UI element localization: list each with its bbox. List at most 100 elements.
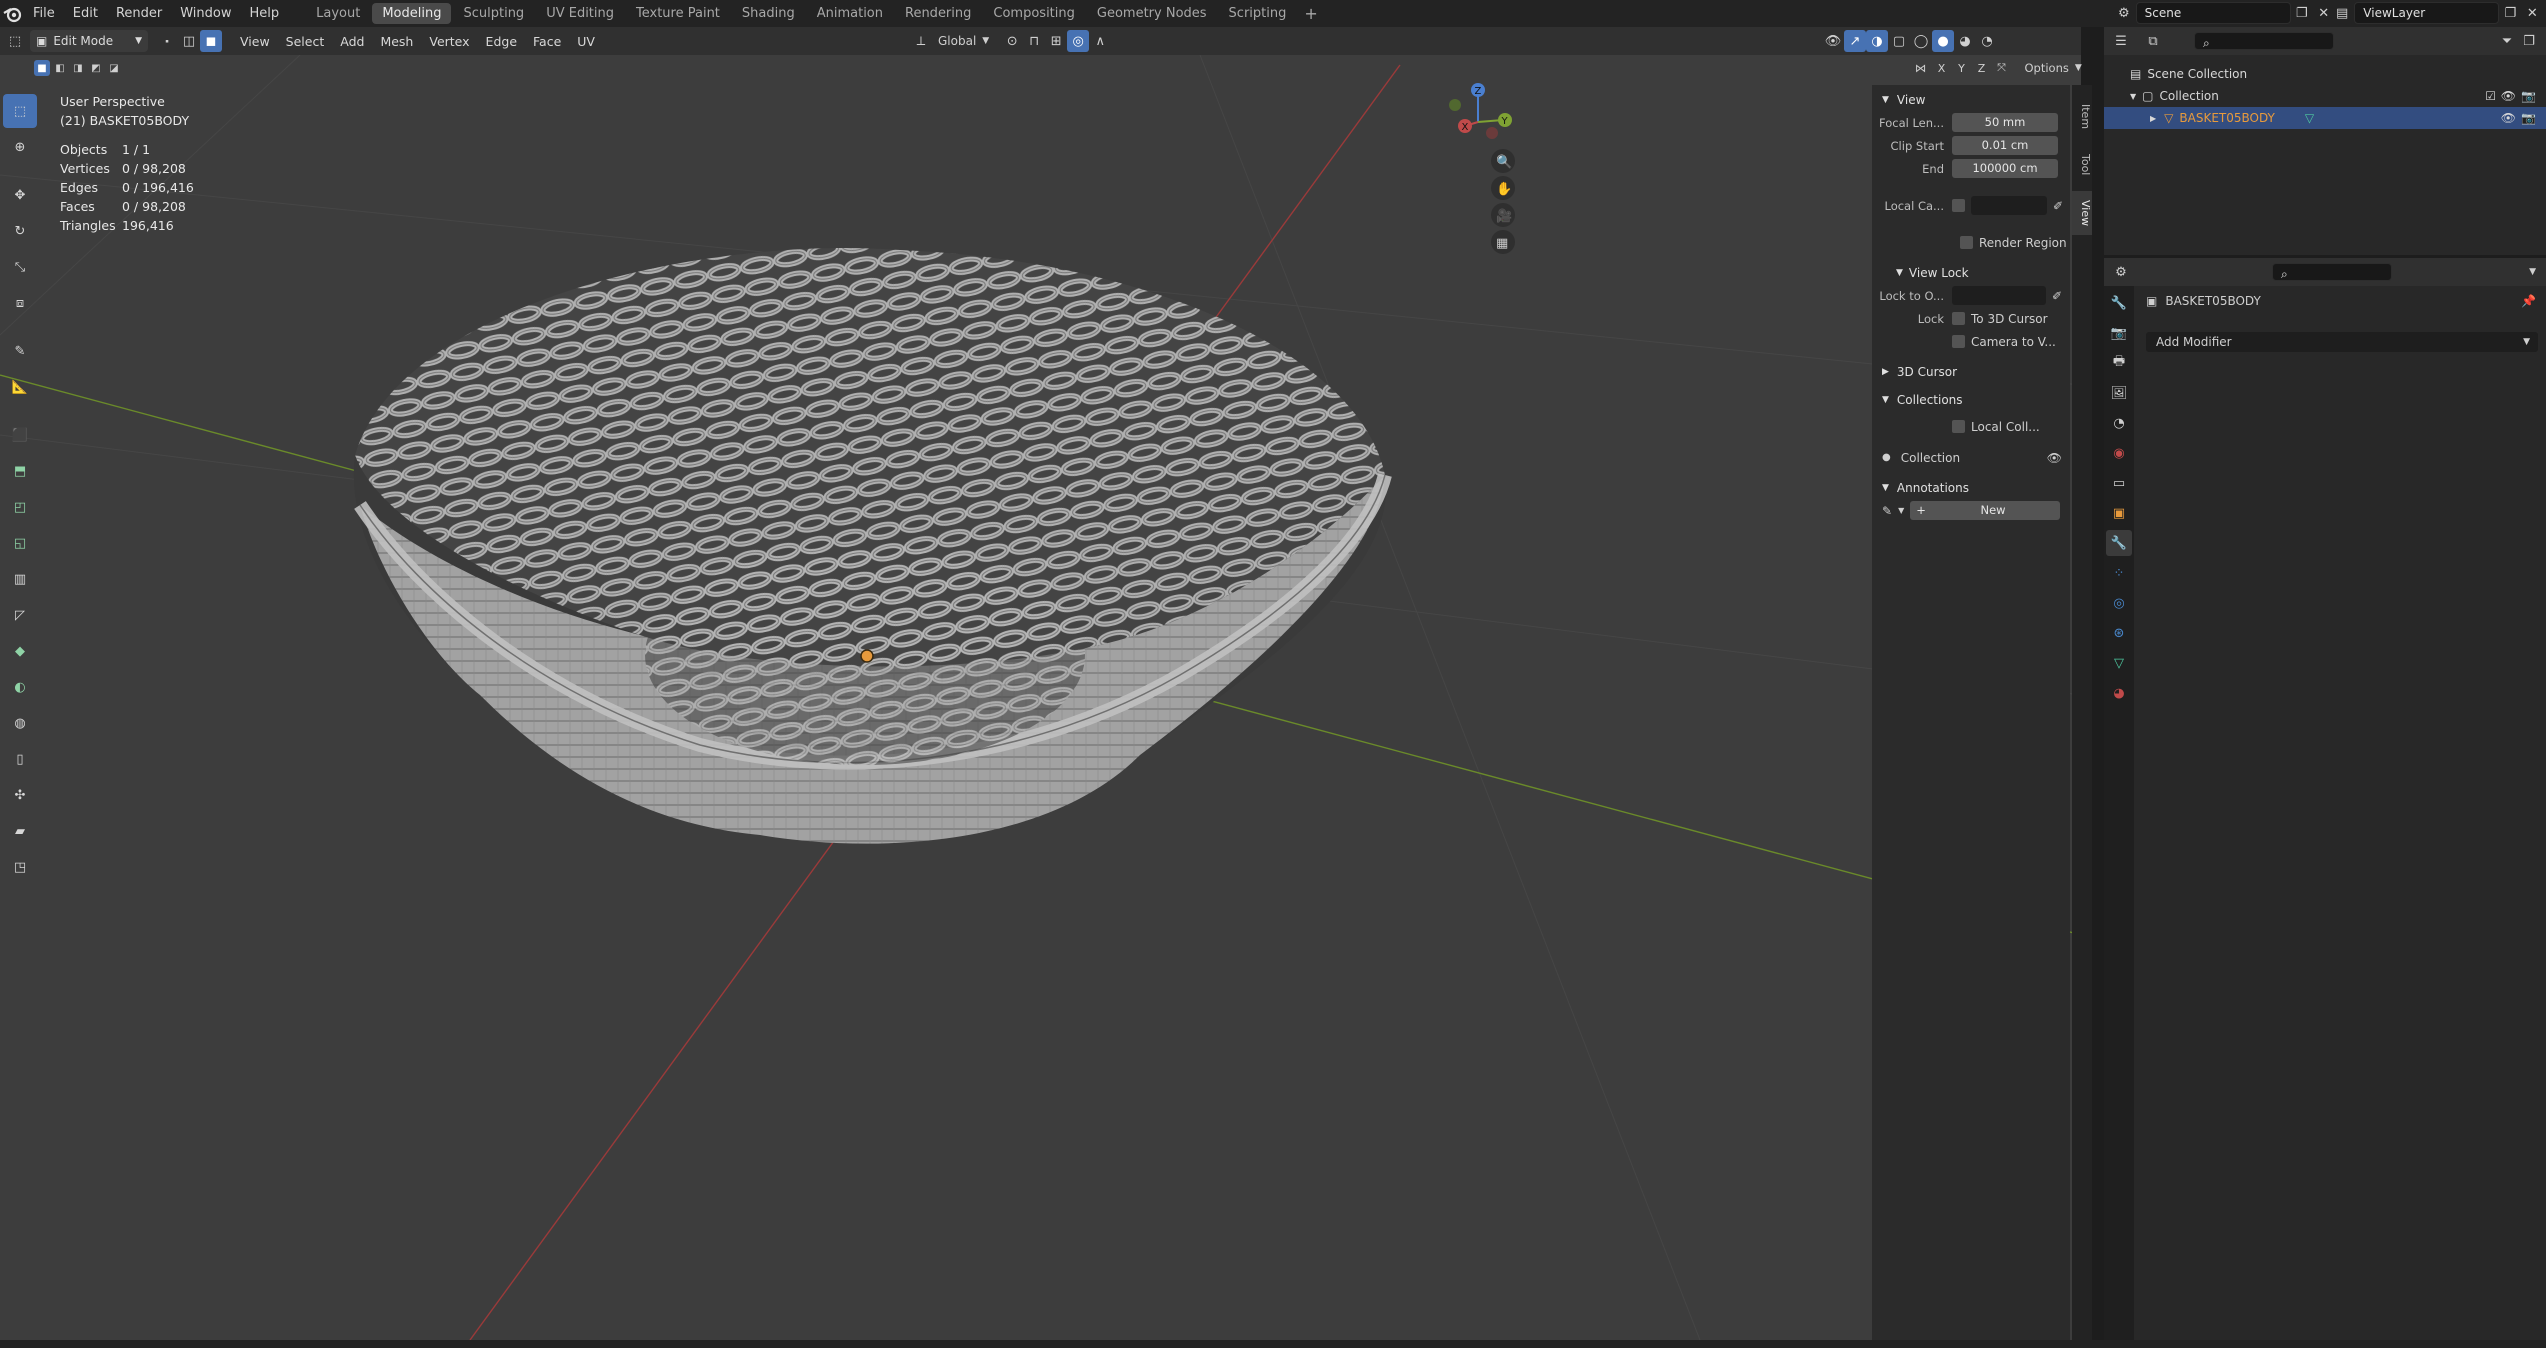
menu-edge[interactable]: Edge xyxy=(478,34,525,49)
menu-vertex[interactable]: Vertex xyxy=(421,34,477,49)
mode-dropdown[interactable]: ▣ Edit Mode ▼ xyxy=(30,30,148,52)
poly-build-tool-icon[interactable]: ◆ xyxy=(3,634,37,668)
menu-file[interactable]: File xyxy=(24,0,64,27)
tab-shading[interactable]: Shading xyxy=(732,3,805,24)
menu-mesh[interactable]: Mesh xyxy=(372,34,421,49)
camera-icon[interactable]: 📷 xyxy=(2521,111,2536,125)
lock-to-object-field[interactable] xyxy=(1952,286,2046,305)
delete-view-layer-icon[interactable]: ✕ xyxy=(2521,2,2543,24)
blender-logo-icon[interactable] xyxy=(2,3,24,25)
menu-view[interactable]: View xyxy=(232,34,278,49)
new-annotation-button[interactable]: + New xyxy=(1910,501,2061,520)
menu-render[interactable]: Render xyxy=(107,0,171,27)
tab-sculpting[interactable]: Sculpting xyxy=(453,3,534,24)
world-tab-icon[interactable]: ◉ xyxy=(2106,440,2132,466)
axis-z-toggle[interactable]: Z xyxy=(1973,59,1991,77)
proportional-editing-icon[interactable]: ◎ xyxy=(1067,30,1090,52)
rip-tool-icon[interactable]: ◳ xyxy=(3,850,37,884)
panel-annotations-header[interactable]: ▼ Annotations xyxy=(1872,477,2070,499)
outliner-collection[interactable]: ▼ ▢ Collection ☑ 👁 📷 xyxy=(2104,85,2546,107)
options-dropdown[interactable]: Options xyxy=(2025,61,2069,75)
local-camera-field[interactable] xyxy=(1971,196,2047,215)
tab-animation[interactable]: Animation xyxy=(807,3,893,24)
rotate-tool-icon[interactable]: ↻ xyxy=(3,214,37,248)
axis-x-toggle[interactable]: X xyxy=(1933,59,1951,77)
bevel-tool-icon[interactable]: ◱ xyxy=(3,526,37,560)
add-workspace-button[interactable]: + xyxy=(1298,4,1323,23)
tab-scripting[interactable]: Scripting xyxy=(1219,3,1297,24)
eye-icon[interactable]: 👁 xyxy=(2501,111,2516,125)
menu-add[interactable]: Add xyxy=(332,34,372,49)
pivot-point-icon[interactable]: ⊙ xyxy=(1001,30,1023,52)
shrink-fatten-tool-icon[interactable]: ✣ xyxy=(3,778,37,812)
outliner-object[interactable]: ▶ ▽ BASKET05BODY ▽ 👁 📷 xyxy=(2104,107,2546,129)
wireframe-shading-icon[interactable]: ◯ xyxy=(1910,30,1932,52)
menu-uv[interactable]: UV xyxy=(569,34,603,49)
eyedropper-icon[interactable]: ✐ xyxy=(2053,199,2063,213)
checkbox-icon[interactable]: ☑ xyxy=(2485,89,2496,103)
orientation-dropdown[interactable]: Global xyxy=(938,34,976,48)
move-tool-icon[interactable]: ✥ xyxy=(3,178,37,212)
tab-rendering[interactable]: Rendering xyxy=(895,3,981,24)
scene-tab-icon[interactable]: ◔ xyxy=(2106,410,2132,436)
eyedropper-icon[interactable]: ✐ xyxy=(2052,289,2062,303)
menu-help[interactable]: Help xyxy=(241,0,289,27)
pan-hand-icon[interactable]: ✋ xyxy=(1496,181,1512,197)
clip-end-field[interactable]: 100000 cm xyxy=(1952,159,2058,178)
select-subtract-icon[interactable]: ◨ xyxy=(70,60,86,76)
display-mode-icon[interactable]: ⧉ xyxy=(2142,30,2164,52)
smooth-tool-icon[interactable]: ◍ xyxy=(3,706,37,740)
material-shading-icon[interactable]: ◕ xyxy=(1954,30,1976,52)
vertex-select-icon[interactable]: ⬝ xyxy=(156,30,178,52)
shear-tool-icon[interactable]: ▰ xyxy=(3,814,37,848)
data-tab-icon[interactable]: ▽ xyxy=(2106,650,2132,676)
tab-texture-paint[interactable]: Texture Paint xyxy=(626,3,730,24)
local-collections-checkbox[interactable] xyxy=(1952,420,1965,433)
add-cube-tool-icon[interactable]: ⬛ xyxy=(3,418,37,452)
clip-start-field[interactable]: 0.01 cm xyxy=(1952,136,2058,155)
edge-select-icon[interactable]: ◫ xyxy=(178,30,200,52)
scene-field[interactable]: Scene xyxy=(2135,2,2291,24)
loop-cut-tool-icon[interactable]: ▥ xyxy=(3,562,37,596)
xray-icon[interactable]: ▢ xyxy=(1888,30,1910,52)
extrude-tool-icon[interactable]: ⬒ xyxy=(3,454,37,488)
new-scene-icon[interactable]: ❐ xyxy=(2291,2,2313,24)
visibility-icon[interactable]: 👁 xyxy=(1822,30,1844,52)
tab-geometry-nodes[interactable]: Geometry Nodes xyxy=(1087,3,1217,24)
panel-view-header[interactable]: ▼ View xyxy=(1872,89,2070,111)
outliner-search-input[interactable]: ⌕ xyxy=(2194,32,2334,50)
tool-tab-icon[interactable]: 🔧 xyxy=(2106,290,2132,316)
tab-modeling[interactable]: Modeling xyxy=(372,3,452,24)
edge-slide-tool-icon[interactable]: ▯ xyxy=(3,742,37,776)
annotate-tool-icon[interactable]: ✎ xyxy=(3,334,37,368)
modifier-tab-icon[interactable]: 🔧 xyxy=(2106,530,2132,556)
outliner-scene-collection[interactable]: ▤ Scene Collection xyxy=(2104,63,2546,85)
menu-select[interactable]: Select xyxy=(278,34,333,49)
tab-item[interactable]: Item xyxy=(2072,95,2092,139)
render-tab-icon[interactable]: 📷 xyxy=(2106,320,2132,346)
editor-type-icon[interactable]: ⬚ xyxy=(4,30,26,52)
local-camera-checkbox[interactable] xyxy=(1952,199,1965,212)
eye-icon[interactable]: 👁 xyxy=(2501,89,2516,103)
filter-icon[interactable]: ⏷ xyxy=(2496,30,2518,52)
delete-scene-icon[interactable]: ✕ xyxy=(2313,2,2335,24)
new-view-layer-icon[interactable]: ❐ xyxy=(2499,2,2521,24)
material-tab-icon[interactable]: ◕ xyxy=(2106,680,2132,706)
overlay-toggle-icon[interactable]: ◑ xyxy=(1866,30,1888,52)
tab-uv-editing[interactable]: UV Editing xyxy=(536,3,624,24)
3d-viewport[interactable]: Z Y X 🔍 ✋ 🎥 ▦ xyxy=(0,55,2081,1340)
measure-tool-icon[interactable]: 📐 xyxy=(3,370,37,404)
new-collection-icon[interactable]: ❐ xyxy=(2518,30,2540,52)
tab-compositing[interactable]: Compositing xyxy=(983,3,1085,24)
viewport-canvas[interactable]: Z Y X 🔍 ✋ 🎥 ▦ xyxy=(0,55,2081,1340)
outliner-editor-type-icon[interactable]: ☰ xyxy=(2110,30,2132,52)
render-region-checkbox[interactable] xyxy=(1960,236,1973,249)
collection-list-item[interactable]: ● Collection 👁 xyxy=(1872,446,2070,469)
knife-tool-icon[interactable]: ◸ xyxy=(3,598,37,632)
tab-layout[interactable]: Layout xyxy=(306,3,370,24)
panel-collections-header[interactable]: ▼ Collections xyxy=(1872,389,2070,411)
object-tab-icon[interactable]: ▣ xyxy=(2106,500,2132,526)
camera-icon[interactable]: 📷 xyxy=(2521,89,2536,103)
panel-view-lock-header[interactable]: ▼ View Lock xyxy=(1872,262,2070,284)
cursor-tool-icon[interactable]: ⊕ xyxy=(3,130,37,164)
